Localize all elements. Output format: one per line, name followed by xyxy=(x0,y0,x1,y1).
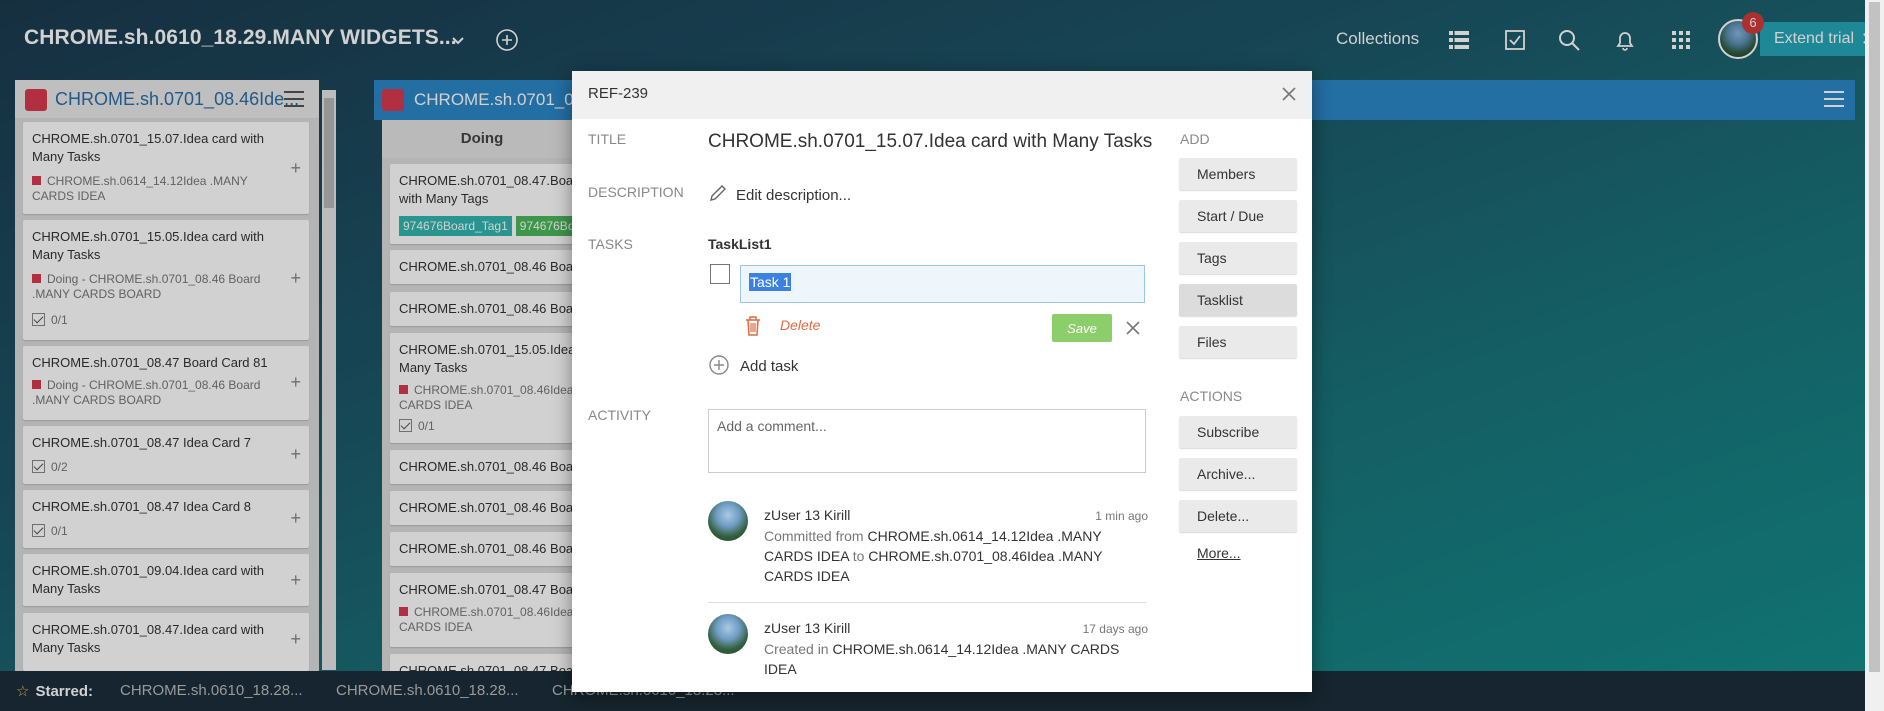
activity-user: zUser 13 Kirill xyxy=(764,507,851,523)
actions-label: ACTIONS xyxy=(1180,388,1243,404)
modal-header: REF-239 xyxy=(572,71,1312,119)
add-task-button[interactable]: Add task xyxy=(708,354,798,376)
activity-time: 1 min ago xyxy=(1095,509,1148,523)
avatar xyxy=(708,614,748,654)
activity-text: Created in CHROME.sh.0614_14.12Idea .MAN… xyxy=(764,641,1120,677)
card-ref: REF-239 xyxy=(588,85,649,102)
save-task-button[interactable]: Save xyxy=(1052,314,1112,342)
activity-text: Committed from CHROME.sh.0614_14.12Idea … xyxy=(764,528,1103,584)
tasklist-name[interactable]: TaskList1 xyxy=(708,236,772,252)
files-button[interactable]: Files xyxy=(1179,326,1297,358)
members-button[interactable]: Members xyxy=(1179,158,1297,190)
divider xyxy=(708,602,1146,603)
scroll-thumb[interactable] xyxy=(1869,2,1880,672)
archive-button[interactable]: Archive... xyxy=(1179,458,1297,490)
comment-input[interactable]: Add a comment... xyxy=(708,409,1146,473)
tags-button[interactable]: Tags xyxy=(1179,242,1297,274)
card-title-field[interactable]: CHROME.sh.0701_15.07.Idea card with Many… xyxy=(708,131,1152,153)
tasks-label: TASKS xyxy=(588,236,633,252)
task-name-input[interactable]: Task 1 xyxy=(740,265,1145,303)
tasklist-button[interactable]: Tasklist xyxy=(1179,284,1297,316)
description-label: DESCRIPTION xyxy=(588,184,684,200)
start-due-button[interactable]: Start / Due xyxy=(1179,200,1297,232)
delete-task-button[interactable]: Delete xyxy=(780,317,820,333)
close-icon[interactable] xyxy=(1124,319,1142,337)
edit-description-button[interactable]: Edit description... xyxy=(708,183,851,204)
title-label: TITLE xyxy=(588,131,627,147)
close-icon[interactable] xyxy=(1278,83,1300,105)
page-scrollbar[interactable] xyxy=(1865,0,1884,711)
trash-icon[interactable] xyxy=(744,315,762,337)
delete-card-button[interactable]: Delete... xyxy=(1179,500,1297,532)
activity-time: 17 days ago xyxy=(1082,622,1148,636)
task-checkbox[interactable] xyxy=(710,264,730,284)
card-detail-modal: REF-239 TITLE CHROME.sh.0701_15.07.Idea … xyxy=(572,71,1312,692)
subscribe-button[interactable]: Subscribe xyxy=(1179,416,1297,448)
avatar xyxy=(708,501,748,541)
pencil-icon xyxy=(710,185,726,201)
activity-user: zUser 13 Kirill xyxy=(764,620,851,636)
add-circle-icon xyxy=(709,355,729,375)
activity-label: ACTIVITY xyxy=(588,407,652,423)
more-link[interactable]: More... xyxy=(1197,545,1241,561)
add-label: ADD xyxy=(1180,131,1210,147)
